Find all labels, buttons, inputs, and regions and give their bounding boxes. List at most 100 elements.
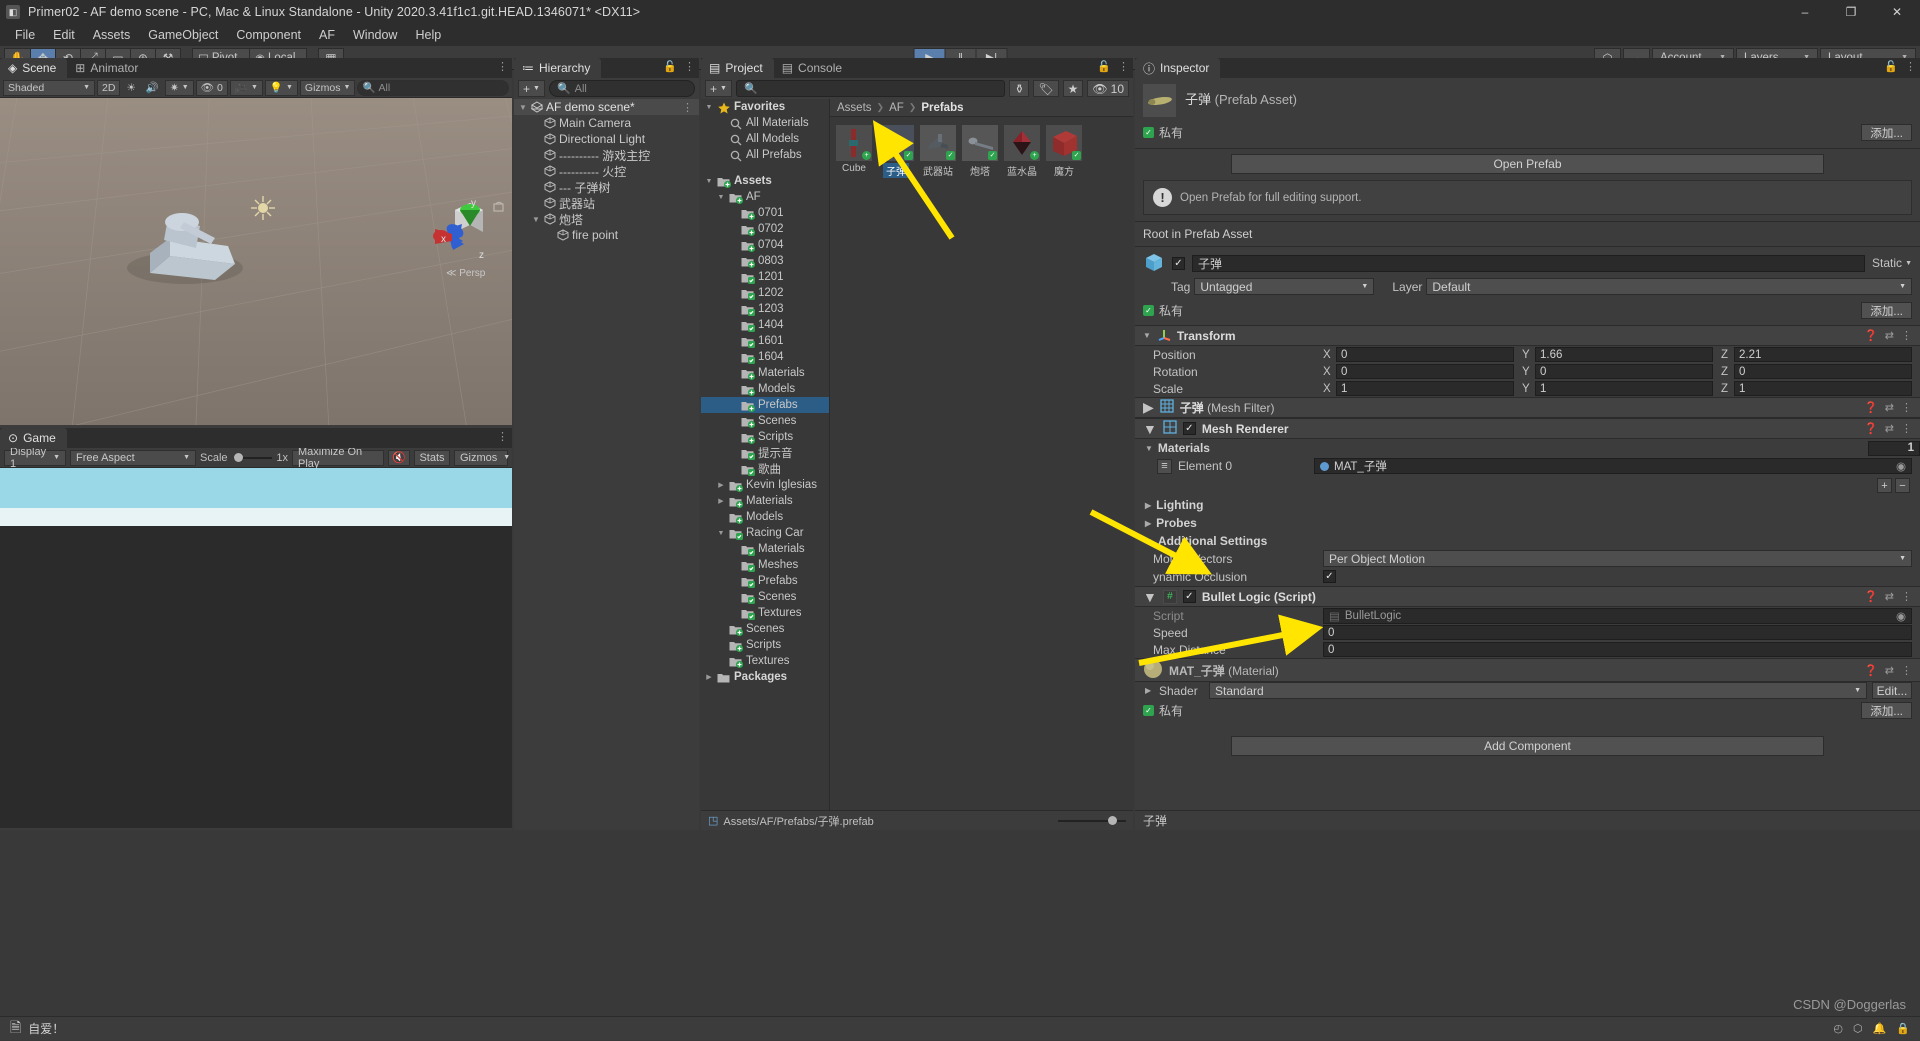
project-search-input[interactable]: 🔍 xyxy=(735,80,1006,97)
lighting-foldout[interactable]: ▶ Lighting xyxy=(1135,496,1920,514)
asset-item[interactable]: ✓ 炮塔 xyxy=(962,125,998,178)
scene-context-menu[interactable]: ⋮ xyxy=(682,101,699,114)
asset-item[interactable]: ✓ 武器站 xyxy=(920,125,956,178)
project-tree-item[interactable]: ▼1202 xyxy=(701,285,829,301)
chevron-down-icon[interactable]: ▼ xyxy=(1143,331,1151,340)
add-material-button[interactable]: + xyxy=(1877,478,1892,493)
game-gizmos-dropdown[interactable]: Gizmos ▼ xyxy=(454,449,510,466)
lock-icon[interactable]: 🔓 xyxy=(1884,60,1898,73)
probes-foldout[interactable]: ▶ Probes xyxy=(1135,514,1920,532)
gameobject-icon[interactable] xyxy=(1143,252,1165,274)
asset-thumbnail[interactable]: ✓ xyxy=(878,125,914,161)
scale-slider[interactable] xyxy=(234,452,273,462)
project-tree-item[interactable]: ▼Textures xyxy=(701,605,829,621)
scene-search-input[interactable]: 🔍 All xyxy=(357,79,509,96)
additional-settings-foldout[interactable]: ▼ Additional Settings xyxy=(1135,532,1920,550)
more-icon[interactable]: ⋮ xyxy=(1901,422,1912,435)
project-tree-item[interactable]: ▼Scenes xyxy=(701,413,829,429)
preset-icon[interactable]: ⇄ xyxy=(1885,664,1894,677)
project-tree-item[interactable]: ▼提示音 xyxy=(701,445,829,461)
project-tree-item[interactable]: ▼ AF xyxy=(701,189,829,205)
project-tree-item[interactable]: ▼1203 xyxy=(701,301,829,317)
tab-project[interactable]: ▤ Project xyxy=(701,58,774,78)
progress-icon[interactable]: ◴ xyxy=(1833,1022,1843,1035)
hierarchy-item[interactable]: ▼---------- 游戏主控 xyxy=(514,147,699,163)
scene-light-settings[interactable]: 💡 ▼ xyxy=(264,79,298,96)
menu-component[interactable]: Component xyxy=(227,26,310,44)
gameobject-name-field[interactable]: 子弹 xyxy=(1192,254,1866,272)
checkbox-private-icon[interactable]: ✓ xyxy=(1143,127,1154,138)
breadcrumb-assets[interactable]: Assets xyxy=(837,102,872,114)
chevron-right-icon[interactable]: ▶ xyxy=(1145,686,1159,695)
hierarchy-item[interactable]: ▼--- 子弹树 xyxy=(514,179,699,195)
materials-foldout[interactable]: ▼ Materials 1 xyxy=(1135,439,1920,457)
asset-thumbnail[interactable]: ✓ xyxy=(1046,125,1082,161)
chevron-right-icon[interactable]: ▶ xyxy=(1143,399,1154,416)
hierarchy-item[interactable]: ▼---------- 火控 xyxy=(514,163,699,179)
chevron-down-icon[interactable]: ▼ xyxy=(1143,589,1157,605)
project-tree-item[interactable]: ▼Models xyxy=(701,509,829,525)
help-icon[interactable]: ❓ xyxy=(1864,422,1878,435)
chevron-down-icon[interactable]: ▼ xyxy=(1143,421,1157,437)
project-tree-item[interactable]: ▼0803 xyxy=(701,253,829,269)
project-tree-item[interactable]: ▼1601 xyxy=(701,333,829,349)
add-component-button[interactable]: Add Component xyxy=(1231,736,1824,756)
remove-material-button[interactable]: − xyxy=(1895,478,1910,493)
game-panel-menu[interactable]: ⋮ xyxy=(497,430,508,443)
dynamic-occlusion-checkbox[interactable]: ✓ xyxy=(1323,570,1336,583)
transform-x-input[interactable]: 0 xyxy=(1336,347,1514,362)
project-tree-item[interactable]: ▼0702 xyxy=(701,221,829,237)
console-error-icon[interactable]: 🗎 xyxy=(10,1017,21,1041)
project-tree-item[interactable]: ▼Materials xyxy=(701,541,829,557)
lock-icon[interactable]: 🔓 xyxy=(663,60,677,73)
hierarchy-item[interactable]: ▼武器站 xyxy=(514,195,699,211)
chevron-down-icon[interactable]: ▼ xyxy=(716,194,726,201)
close-button[interactable]: ✕ xyxy=(1874,0,1920,24)
transform-x-input[interactable]: 1 xyxy=(1336,381,1514,396)
menu-file[interactable]: File xyxy=(6,26,44,44)
chevron-down-icon[interactable]: ▼ xyxy=(704,104,714,111)
project-folder-tree[interactable]: ▼Favorites▼All Materials▼All Models▼All … xyxy=(701,99,830,830)
tab-game[interactable]: ⊙ Game xyxy=(0,428,67,448)
mesh-renderer-enabled-checkbox[interactable]: ✓ xyxy=(1182,422,1196,435)
project-tree-item[interactable]: ▼1404 xyxy=(701,317,829,333)
hierarchy-tree[interactable]: ▼AF demo scene*⋮▼Main Camera▼Directional… xyxy=(514,99,699,243)
game-viewport[interactable] xyxy=(0,468,512,828)
open-prefab-button[interactable]: Open Prefab xyxy=(1231,154,1824,174)
tab-scene[interactable]: ◈ Scene xyxy=(0,58,68,78)
project-tree-item[interactable]: ▼0704 xyxy=(701,237,829,253)
menu-help[interactable]: Help xyxy=(406,26,450,44)
mute-audio-toggle[interactable]: 🔇 xyxy=(388,449,410,466)
object-picker-icon[interactable]: ◉ xyxy=(1896,459,1906,473)
project-tree-item[interactable]: ▼All Prefabs xyxy=(701,147,829,163)
tab-hierarchy[interactable]: ≔ Hierarchy xyxy=(514,58,602,78)
asset-grid[interactable]: + Cube ✓ 子弹 ✓ 武器站 ✓ 炮塔 + 蓝水晶 ✓ 魔方 xyxy=(830,117,1133,186)
inspector-panel-menu[interactable]: ⋮ xyxy=(1905,60,1916,73)
project-tree-item[interactable]: ▶ Kevin Iglesias xyxy=(701,477,829,493)
help-icon[interactable]: ❓ xyxy=(1864,401,1878,414)
project-tree-item[interactable]: ▼Scenes xyxy=(701,589,829,605)
hierarchy-item[interactable]: ▼ 炮塔 xyxy=(514,211,699,227)
project-tree-item[interactable]: ▼Meshes xyxy=(701,557,829,573)
project-add-button[interactable]: + ▼ xyxy=(705,80,732,97)
project-tree-item[interactable]: ▼ Favorites xyxy=(701,99,829,115)
scene-viewport[interactable]: y x z ≪ Persp xyxy=(0,98,512,425)
menu-af[interactable]: AF xyxy=(310,26,344,44)
menu-edit[interactable]: Edit xyxy=(44,26,84,44)
display-dropdown[interactable]: Display 1 ▼ xyxy=(4,446,66,470)
static-toggle[interactable]: Static ▼ xyxy=(1872,256,1912,270)
preset-icon[interactable]: ⇄ xyxy=(1885,329,1894,342)
breadcrumb-af[interactable]: AF xyxy=(889,102,904,114)
toggle-2d[interactable]: 2D xyxy=(97,79,121,96)
menu-window[interactable]: Window xyxy=(344,26,406,44)
materials-size-field[interactable]: 1 xyxy=(1868,440,1920,456)
minimize-button[interactable]: – xyxy=(1782,0,1828,24)
motion-vectors-dropdown[interactable]: Per Object Motion ▼ xyxy=(1323,550,1912,567)
chevron-right-icon[interactable]: ▶ xyxy=(716,497,726,505)
chevron-down-icon[interactable]: ▼ xyxy=(531,215,541,224)
collab-status-icon[interactable]: ⬡ xyxy=(1853,1022,1863,1035)
tab-animator[interactable]: ⊞ Animator xyxy=(67,58,150,78)
hierarchy-panel-menu[interactable]: ⋮ xyxy=(684,60,695,73)
shading-mode-dropdown[interactable]: Shaded ▼ xyxy=(3,79,95,96)
audio-toggle-icon[interactable]: 🔊 xyxy=(142,80,163,96)
